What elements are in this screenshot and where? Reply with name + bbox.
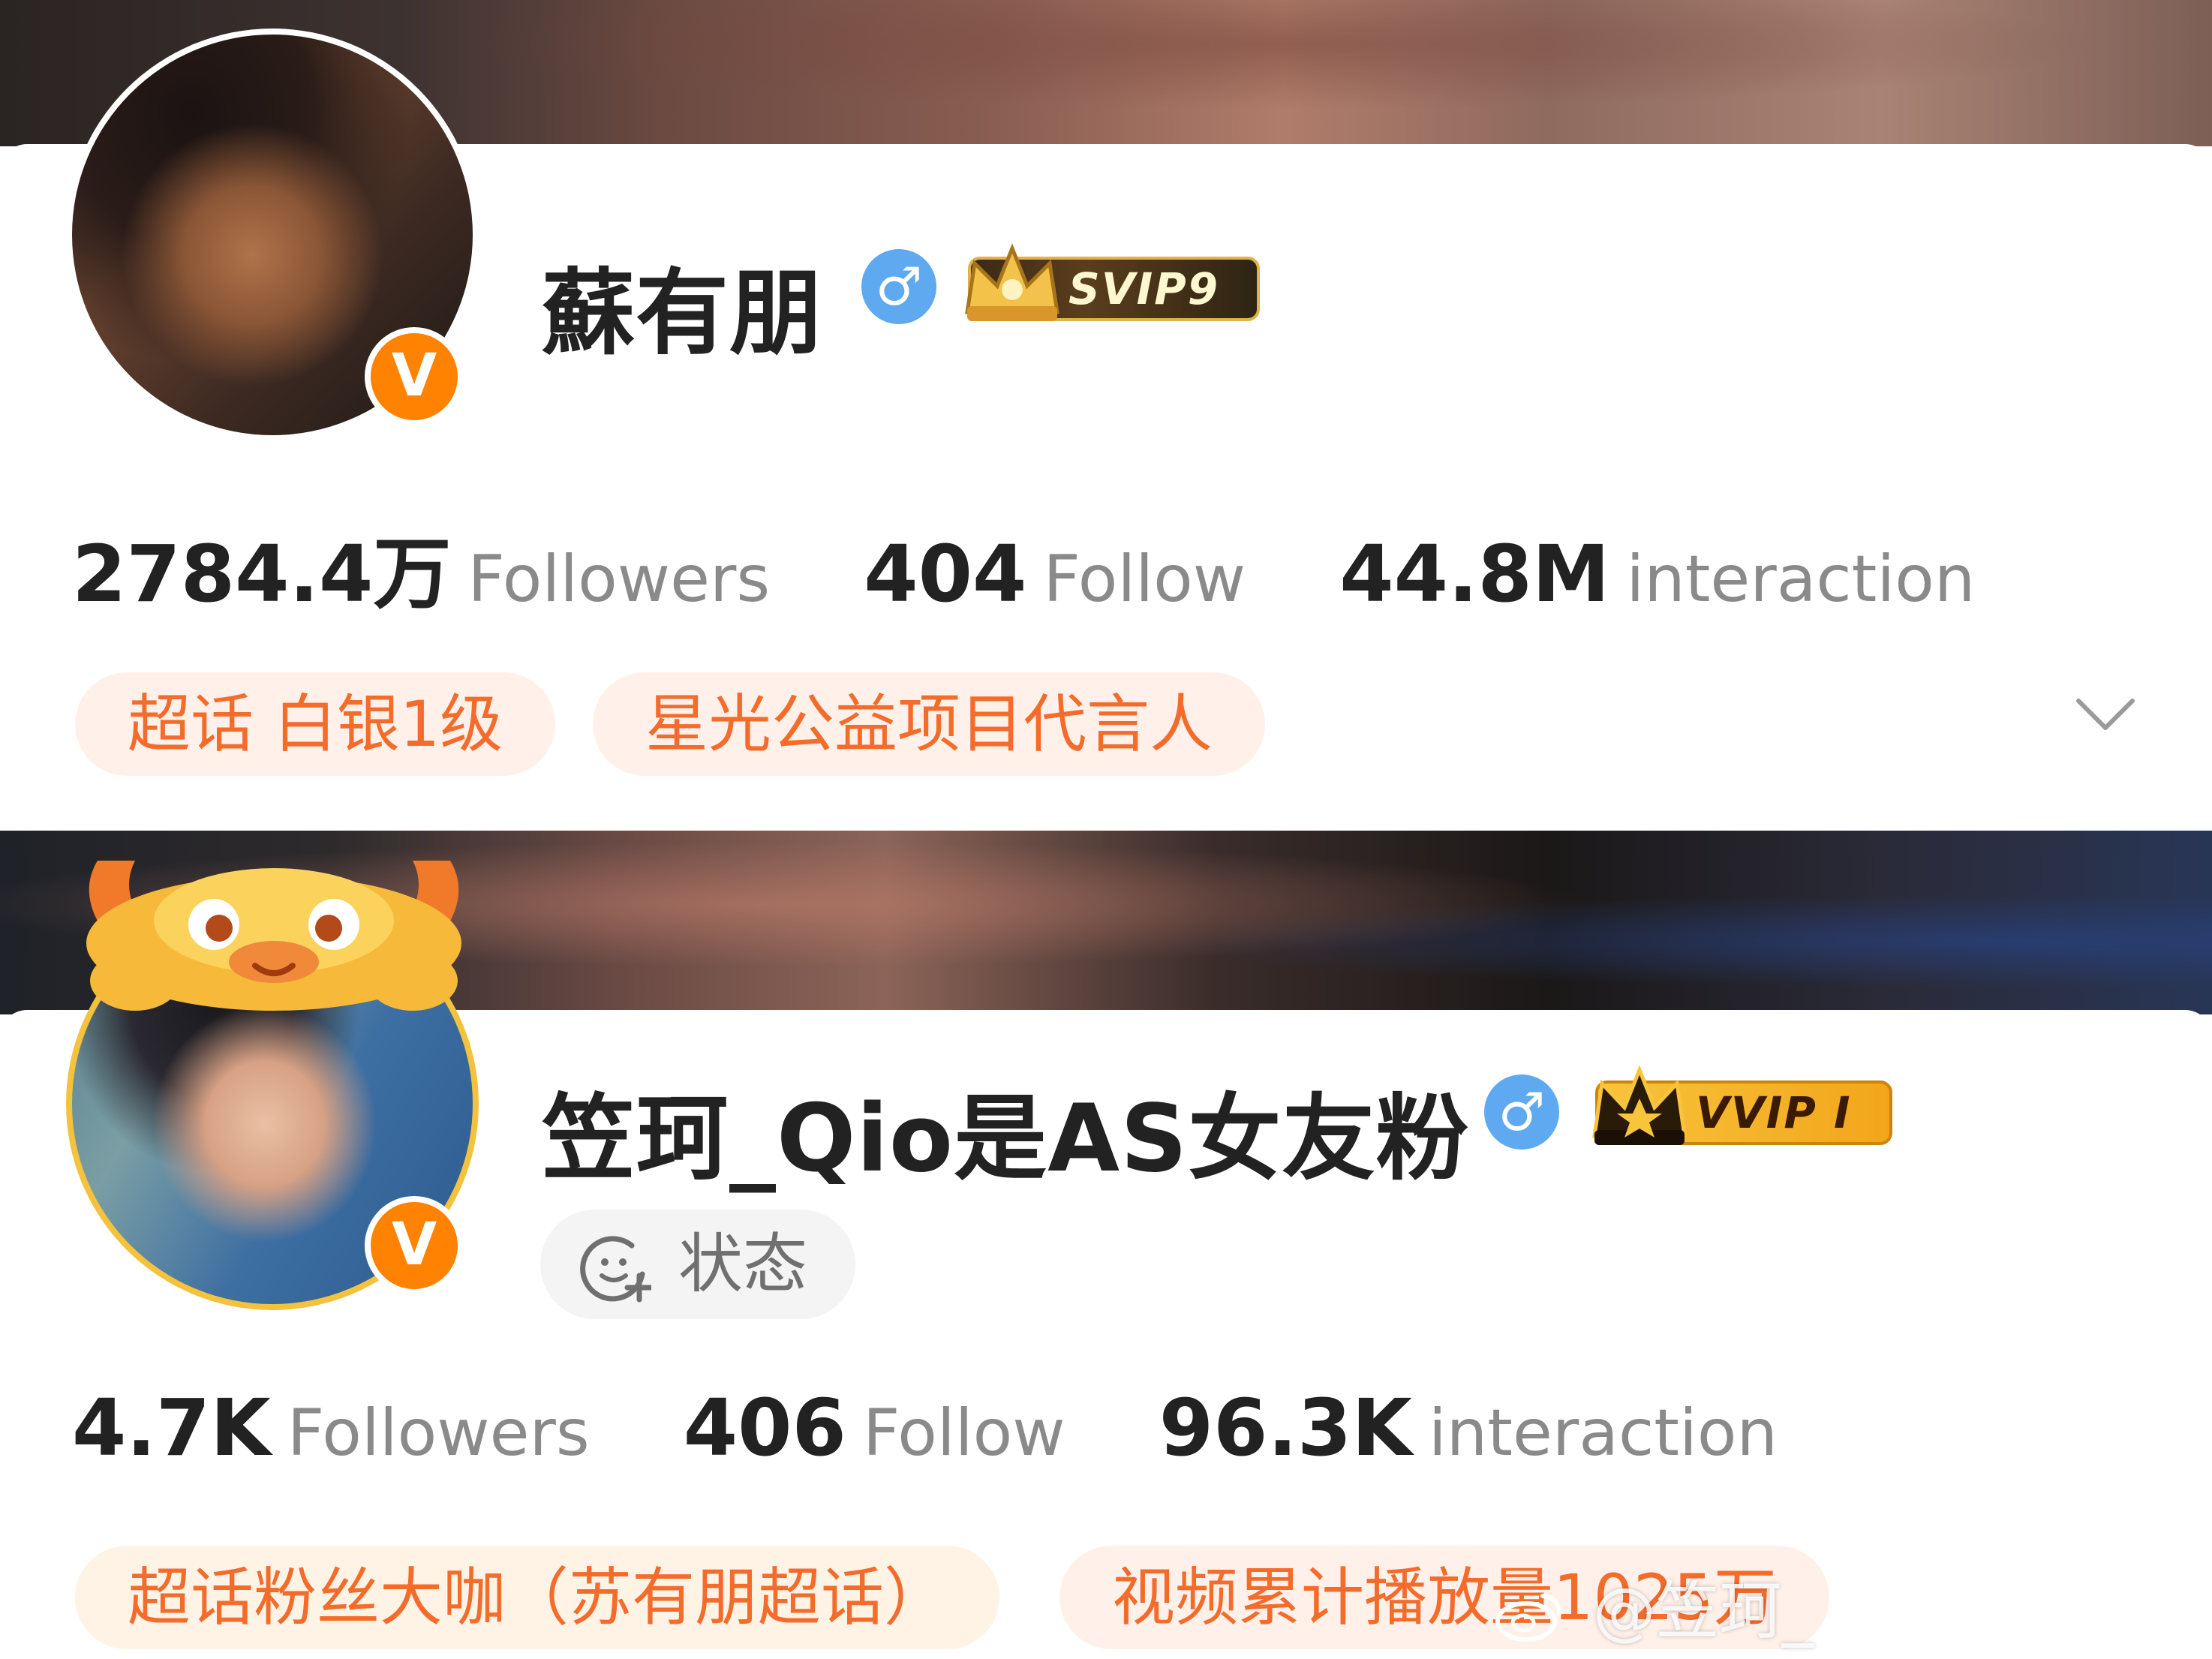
verified-v-icon: V: [371, 333, 458, 420]
tag-supertopic-fan[interactable]: 超话粉丝大咖（苏有朋超话）: [75, 1546, 1000, 1649]
followers-count: 2784.4万: [72, 528, 452, 620]
follow-stat[interactable]: 404 Follow: [864, 528, 1246, 620]
followers-stat[interactable]: 2784.4万 Followers: [72, 510, 770, 624]
profile-name: 笠珂_Qio是AS女友粉: [542, 1085, 1470, 1193]
gender-male-icon: ♂: [861, 249, 936, 324]
watermark: @笠珂_: [1493, 1561, 1814, 1651]
follow-label: Follow: [862, 1396, 1065, 1471]
crown-icon: [1592, 1065, 1687, 1145]
follow-count: 404: [864, 528, 1027, 620]
gender-male-icon: ♂: [1484, 1074, 1559, 1150]
stats-row: 4.7K Followers 406 Follow 96.3K interaction: [72, 1382, 1868, 1474]
tag-charity-ambassador[interactable]: 星光公益项目代言人: [593, 672, 1266, 776]
followers-count: 4.7K: [72, 1382, 271, 1474]
chevron-down-icon[interactable]: [2074, 693, 2137, 735]
interaction-label: interaction: [1626, 542, 1976, 617]
stats-row: 2784.4万 Followers 404 Follow 44.8M interact…: [72, 510, 2065, 624]
status-label: 状态: [678, 1227, 807, 1302]
profile-name: 蘇有朋: [542, 260, 824, 368]
tags-fade-overlay: [1831, 1546, 2212, 1659]
verified-badge: V: [365, 1196, 464, 1295]
crown-icon: [965, 243, 1059, 321]
interaction-count: 44.8M: [1339, 528, 1610, 620]
status-add-icon: [580, 1236, 651, 1303]
followers-label: Followers: [287, 1396, 590, 1471]
interaction-count: 96.3K: [1159, 1382, 1412, 1474]
follow-stat[interactable]: 406 Follow: [684, 1382, 1065, 1474]
interaction-label: interaction: [1428, 1396, 1778, 1471]
followers-label: Followers: [467, 542, 771, 617]
followers-stat[interactable]: 4.7K Followers: [72, 1382, 590, 1474]
vip-badge[interactable]: SVIP9: [965, 243, 1261, 321]
verified-badge: V: [365, 327, 464, 426]
weibo-logo-icon: [1495, 1594, 1561, 1642]
status-button[interactable]: 状态: [540, 1210, 855, 1319]
follow-label: Follow: [1043, 542, 1246, 617]
watermark-text: @笠珂_: [1592, 1574, 1814, 1648]
avatar[interactable]: V: [66, 29, 479, 441]
vip-label: VVIP I: [1696, 1087, 1852, 1138]
follow-count: 406: [683, 1382, 846, 1474]
vip-badge[interactable]: VVIP I: [1592, 1065, 1892, 1145]
vip-label: SVIP9: [1068, 263, 1220, 314]
verified-v-icon: V: [371, 1202, 458, 1289]
interaction-stat[interactable]: 96.3K interaction: [1159, 1382, 1778, 1474]
tag-supertopic-level[interactable]: 超话 白银1级: [75, 672, 556, 776]
bull-avatar-frame-icon: [86, 861, 461, 1011]
interaction-stat[interactable]: 44.8M interaction: [1339, 528, 1975, 620]
